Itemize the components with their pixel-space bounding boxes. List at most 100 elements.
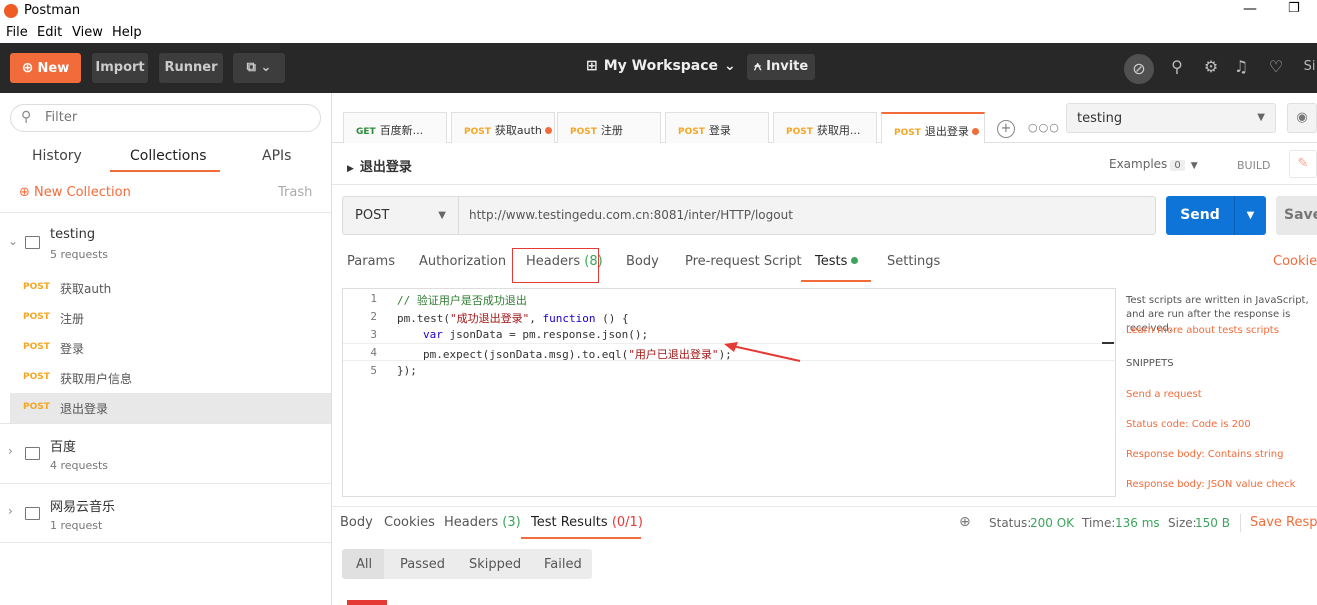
status-dot [851,257,859,264]
save-button[interactable]: Save [1276,196,1317,235]
snippet-item[interactable]: Status code: Code is 200 [1126,419,1251,430]
tests-code-editor[interactable]: 1 2 3 4 5 // 验证用户是否成功退出 pm.test("成功退出登录"… [342,288,1116,497]
tab-tests[interactable]: Tests [815,254,859,269]
filter-skipped[interactable]: Skipped [469,557,521,572]
request-tab[interactable]: POST 获取auth [451,112,555,143]
tab-collections[interactable]: Collections [130,148,207,164]
window-title: Postman [24,3,81,18]
response-tab-test-results[interactable]: Test Results (0/1) [531,515,643,530]
heart-icon[interactable]: ♡ [1266,57,1286,77]
response-tab-cookies[interactable]: Cookies [384,515,435,530]
tab-pre-request-script[interactable]: Pre-request Script [685,254,802,269]
workspace-switcher[interactable]: ⊞ My Workspace ⌄ [586,58,736,74]
caret-down-icon: ▼ [438,210,446,221]
tab-settings[interactable]: Settings [887,254,940,269]
request-tabs-bar: GET 百度新... POST 获取auth POST 注册 POST 登录 POST 获… [332,93,1317,143]
code-line: var jsonData = pm.response.json(); [423,328,649,341]
plus-circle-icon: ⊕ [21,60,34,76]
request-item[interactable]: POST 获取auth [10,273,331,303]
request-tab[interactable]: POST 获取用... [773,112,877,143]
chevron-right-icon[interactable]: › [8,444,13,458]
build-button[interactable]: BUILD [1237,159,1270,172]
caret-down-icon: ▼ [1257,112,1265,123]
tab-apis[interactable]: APIs [262,148,291,164]
request-item-selected[interactable]: POST 退出登录 [10,393,331,423]
snippet-item[interactable]: Response body: JSON value check [1126,479,1295,490]
tab-authorization[interactable]: Authorization [419,254,506,269]
request-tab-active[interactable]: POST 退出登录 [881,112,985,143]
active-tab-indicator [521,537,641,539]
size-value: 150 B [1195,516,1230,530]
request-tab[interactable]: POST 注册 [557,112,661,143]
menu-view[interactable]: View [72,25,103,40]
url-input[interactable]: http://www.testingedu.com.cn:8081/inter/… [458,196,1156,235]
request-item[interactable]: POST 获取用户信息 [10,363,331,393]
request-item[interactable]: POST 登录 [10,333,331,363]
more-tabs-icon[interactable]: ○○○ [1028,121,1060,134]
examples-dropdown[interactable]: Examples 0 ▼ [1109,157,1198,171]
maximize-icon[interactable]: ❐ [1288,1,1300,16]
save-response-button[interactable]: Save Response [1250,515,1317,530]
filter-all[interactable]: All [356,557,372,572]
add-tab-icon[interactable]: + [997,120,1015,138]
snippets-heading: SNIPPETS [1126,358,1174,369]
tab-label: 获取auth [494,124,542,137]
snippet-item[interactable]: Send a request [1126,389,1202,400]
status-value: 200 OK [1030,516,1075,530]
new-collection-button[interactable]: ⊕ New Collection [19,185,131,200]
chevron-right-icon[interactable]: › [8,504,13,518]
chevron-down-icon[interactable]: ⌄ [8,234,18,248]
tab-history[interactable]: History [32,148,82,164]
tab-label: 退出登录 [924,125,969,138]
gear-icon[interactable]: ⚙ [1201,57,1221,77]
menu-file[interactable]: File [6,25,28,40]
collection-testing[interactable]: ⌄ testing 5 requests [0,212,331,270]
globe-icon[interactable]: ⊕ [959,514,971,530]
collection-name: 网易云音乐 [50,500,116,515]
environment-select[interactable]: testing ▼ [1066,103,1276,133]
menu-edit[interactable]: Edit [37,25,62,40]
caret-right-icon: ▶ [347,164,354,174]
response-tab-headers[interactable]: Headers (3) [444,515,521,530]
new-button[interactable]: ⊕ New [10,53,81,83]
method-badge: POST [464,127,491,137]
tab-body[interactable]: Body [626,254,659,269]
response-tab-body[interactable]: Body [340,515,373,530]
request-tab[interactable]: GET 百度新... [343,112,447,143]
invite-button[interactable]: ⍲ Invite [747,54,815,80]
send-options-caret-icon[interactable]: ▼ [1234,196,1266,235]
filter-input[interactable] [45,110,305,125]
plus-circle-icon: ⊕ [19,185,35,200]
bell-icon[interactable]: ♫ [1231,57,1251,77]
sync-off-icon[interactable]: ⊘ [1124,54,1154,84]
minimize-icon[interactable]: — [1243,1,1257,17]
satellite-icon[interactable]: ⚲ [1167,57,1187,77]
new-window-button[interactable]: ⧉ ⌄ [233,53,285,83]
request-tab[interactable]: POST 登录 [665,112,769,143]
method-select[interactable]: POST ▼ [342,196,458,235]
collection-netease[interactable]: › 网易云音乐 1 request [0,483,331,543]
menu-help[interactable]: Help [112,25,142,40]
collection-count: 1 request [50,519,103,532]
tab-params[interactable]: Params [347,254,395,269]
menu-bar: File Edit View Help [0,22,1317,43]
collection-baidu[interactable]: › 百度 4 requests [0,423,331,483]
runner-button[interactable]: Runner [159,53,223,83]
filter-passed[interactable]: Passed [400,557,445,572]
request-name: 获取用户信息 [60,372,133,386]
cookies-link[interactable]: Cookies [1273,254,1317,269]
send-button[interactable]: Send [1166,196,1234,235]
filter-failed[interactable]: Failed [544,557,582,572]
line-number: 1 [370,292,377,305]
learn-more-link[interactable]: Learn more about tests scripts [1126,325,1279,336]
request-item[interactable]: POST 注册 [10,303,331,333]
filter-box[interactable]: ⚲ [10,104,321,132]
request-title[interactable]: ▶ 退出登录 [347,156,412,175]
import-button[interactable]: Import [92,53,148,83]
pencil-icon[interactable]: ✎ [1289,150,1317,178]
snippet-item[interactable]: Response body: Contains string [1126,449,1283,460]
eye-icon[interactable]: ◉ [1287,103,1317,133]
trash-link[interactable]: Trash [278,185,312,200]
method-badge: GET [356,127,376,137]
sign-in-truncated[interactable]: Si [1302,57,1317,77]
